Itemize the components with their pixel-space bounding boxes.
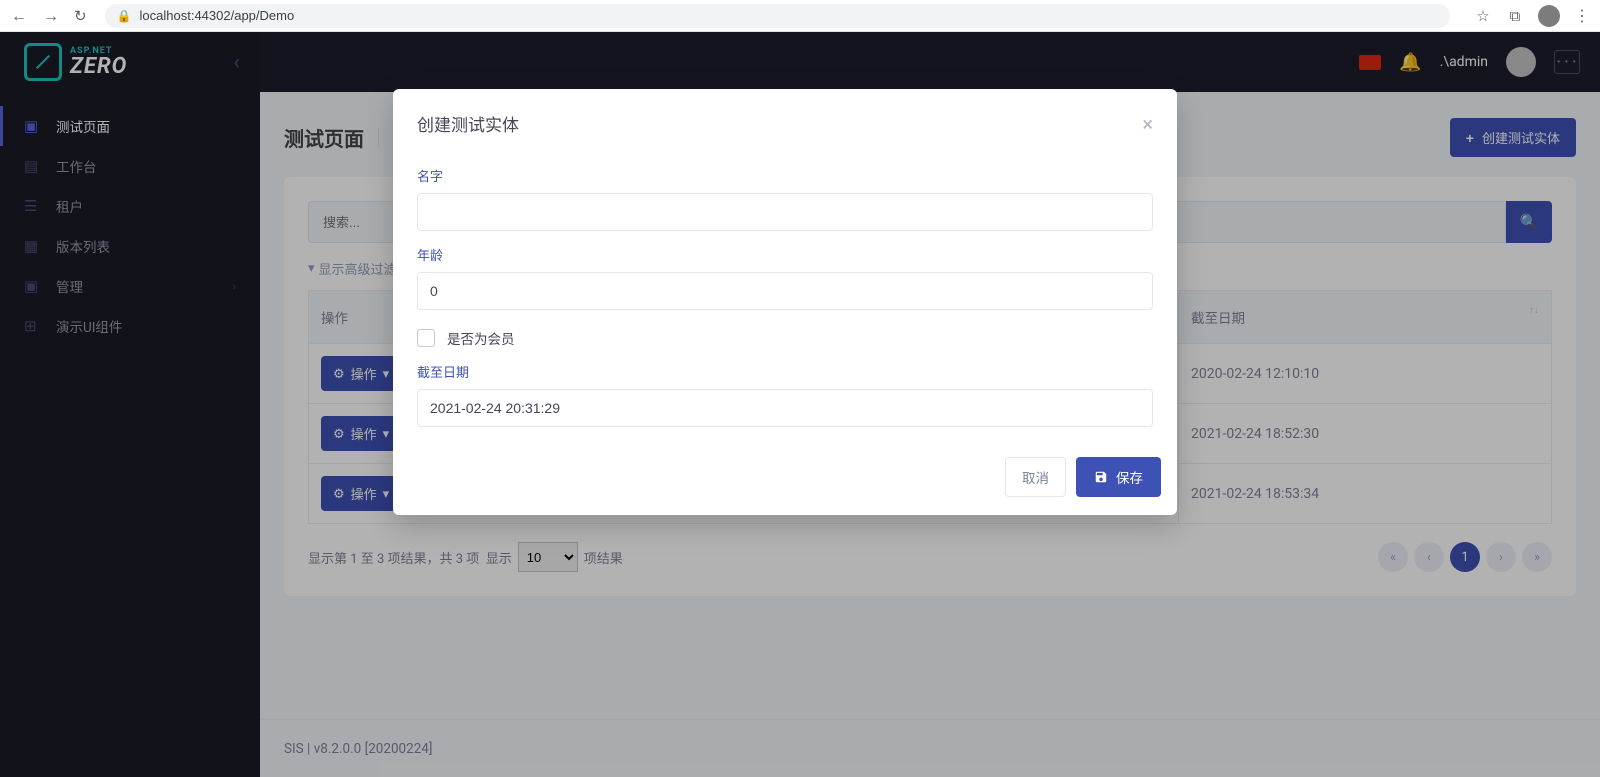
lock-icon: 🔒 xyxy=(117,9,132,23)
label-deadline: 截至日期 xyxy=(417,362,1153,381)
browser-toolbar: ← → ↻ 🔒 localhost:44302/app/Demo ☆ ⧉ ⋮ xyxy=(0,0,1600,32)
cancel-button[interactable]: 取消 xyxy=(1005,457,1066,497)
create-entity-modal: 创建测试实体 × 名字 年龄 是否为会员 截至日期 取消 保存 xyxy=(393,89,1177,515)
save-button-label: 保存 xyxy=(1116,467,1143,487)
url-text: localhost:44302/app/Demo xyxy=(140,8,295,23)
member-checkbox-row: 是否为会员 xyxy=(417,328,1153,348)
modal-footer: 取消 保存 xyxy=(393,443,1177,515)
profile-avatar[interactable] xyxy=(1538,5,1560,27)
label-age: 年龄 xyxy=(417,245,1153,264)
close-icon[interactable]: × xyxy=(1142,114,1153,134)
modal-title: 创建测试实体 xyxy=(417,111,519,136)
modal-body: 名字 年龄 是否为会员 截至日期 xyxy=(393,146,1177,443)
bookmark-star-icon[interactable]: ☆ xyxy=(1474,7,1492,25)
app-shell: ASP.NET ZERO ‹ ▣ 测试页面 ▤ 工作台 ☰ 租户 ▦ 版本列表 xyxy=(0,32,1600,777)
reload-icon[interactable]: ↻ xyxy=(74,7,87,25)
label-name: 名字 xyxy=(417,166,1153,185)
member-checkbox[interactable] xyxy=(417,329,435,347)
address-bar[interactable]: 🔒 localhost:44302/app/Demo xyxy=(105,4,1450,28)
name-input[interactable] xyxy=(417,193,1153,231)
back-icon[interactable]: ← xyxy=(10,6,28,26)
forward-icon[interactable]: → xyxy=(42,6,60,26)
reading-list-icon[interactable]: ⧉ xyxy=(1506,7,1524,25)
member-checkbox-label: 是否为会员 xyxy=(447,328,515,348)
browser-menu-icon[interactable]: ⋮ xyxy=(1574,6,1590,25)
save-icon xyxy=(1094,470,1108,484)
modal-header: 创建测试实体 × xyxy=(393,89,1177,146)
save-button[interactable]: 保存 xyxy=(1076,457,1161,497)
age-input[interactable] xyxy=(417,272,1153,310)
deadline-input[interactable] xyxy=(417,389,1153,427)
